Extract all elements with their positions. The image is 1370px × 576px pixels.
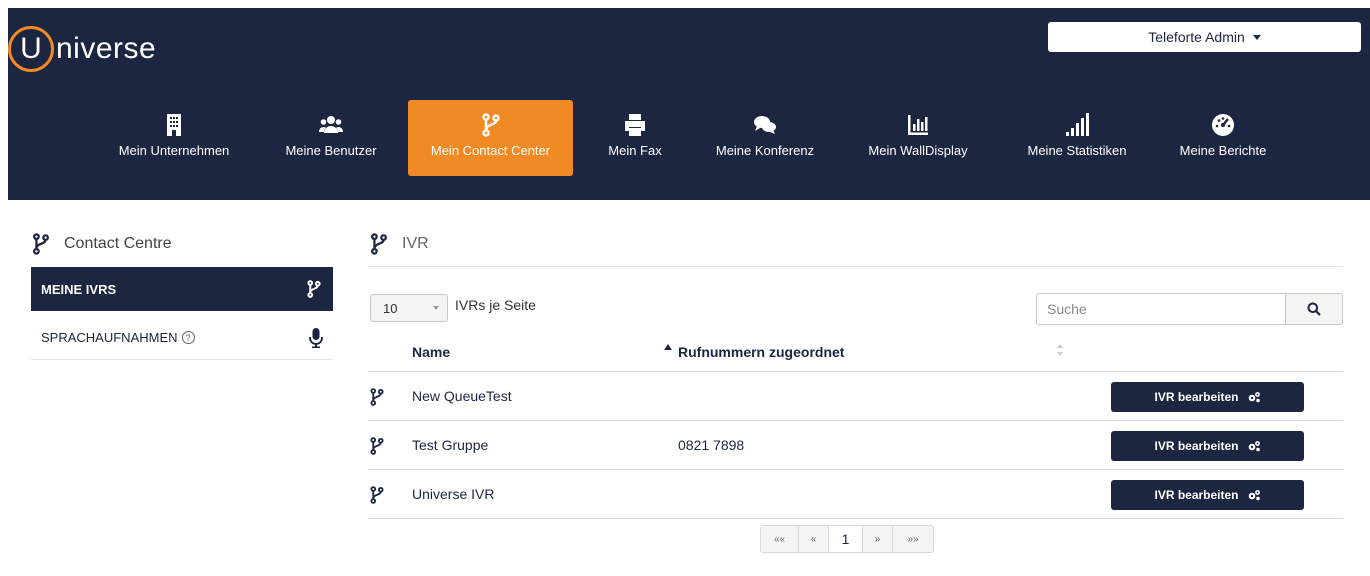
sidebar-title-text: Contact Centre bbox=[64, 235, 172, 252]
edit-ivr-button[interactable]: IVR bearbeiten bbox=[1111, 480, 1304, 510]
branch-icon bbox=[370, 388, 384, 406]
pagination-prev[interactable]: « bbox=[799, 526, 829, 552]
pagination-page[interactable]: 1 bbox=[829, 526, 863, 552]
printer-icon bbox=[625, 113, 645, 136]
sidebar-item-sprachaufnahmen[interactable]: SPRACHAUFNAHMEN ? bbox=[31, 316, 333, 360]
nav-label: Meine Benutzer bbox=[285, 142, 377, 158]
user-menu-label: Teleforte Admin bbox=[1148, 29, 1245, 45]
main-title: IVR bbox=[368, 232, 429, 256]
table-row: Test Gruppe 0821 7898 IVR bearbeiten bbox=[368, 421, 1343, 470]
top-header: U niverse Teleforte Admin Mein Unternehm… bbox=[8, 8, 1370, 200]
table-row: New QueueTest IVR bearbeiten bbox=[368, 372, 1343, 421]
microphone-icon bbox=[309, 327, 323, 348]
page-size-value: 10 bbox=[383, 300, 398, 316]
bar-chart-icon bbox=[908, 114, 928, 135]
nav-label: Meine Statistiken bbox=[1027, 142, 1127, 158]
sidebar-item-label: SPRACHAUFNAHMEN bbox=[41, 330, 178, 345]
pagination-last[interactable]: »» bbox=[893, 526, 933, 552]
search-button[interactable] bbox=[1285, 293, 1343, 325]
branch-icon bbox=[33, 233, 49, 255]
row-numbers: 0821 7898 bbox=[678, 437, 745, 453]
edit-ivr-label: IVR bearbeiten bbox=[1154, 390, 1239, 404]
nav-meine-statistiken[interactable]: Meine Statistiken bbox=[1006, 100, 1148, 176]
branch-icon bbox=[307, 280, 321, 298]
nav-label: Mein Contact Center bbox=[430, 142, 551, 158]
sort-asc-icon[interactable] bbox=[664, 344, 672, 350]
cogs-icon bbox=[1248, 490, 1260, 501]
column-header-name[interactable]: Name bbox=[412, 344, 450, 360]
caret-down-icon bbox=[1252, 34, 1261, 40]
nav-mein-unternehmen[interactable]: Mein Unternehmen bbox=[94, 100, 254, 176]
nav-mein-fax[interactable]: Mein Fax bbox=[590, 100, 680, 176]
user-menu-dropdown[interactable]: Teleforte Admin bbox=[1048, 22, 1361, 52]
building-icon bbox=[167, 113, 181, 136]
logo-text: niverse bbox=[56, 32, 157, 65]
cogs-icon bbox=[1248, 392, 1260, 403]
universe-logo[interactable]: U niverse bbox=[8, 26, 156, 72]
sidebar-item-label-wrap: SPRACHAUFNAHMEN ? bbox=[41, 330, 195, 345]
edit-ivr-button[interactable]: IVR bearbeiten bbox=[1111, 431, 1304, 461]
users-icon bbox=[319, 115, 343, 133]
sidebar-item-meine-ivrs[interactable]: MEINE IVRS bbox=[31, 267, 333, 311]
pagination: «« « 1 » »» bbox=[760, 525, 934, 553]
sort-icon[interactable] bbox=[1056, 343, 1064, 357]
row-name: New QueueTest bbox=[412, 388, 512, 404]
branch-icon bbox=[481, 112, 500, 137]
table-row: Universe IVR IVR bearbeiten bbox=[368, 470, 1343, 519]
cogs-icon bbox=[1248, 441, 1260, 452]
nav-mein-contact-center[interactable]: Mein Contact Center bbox=[408, 100, 573, 176]
nav-label: Meine Berichte bbox=[1179, 142, 1267, 158]
dashboard-icon bbox=[1212, 113, 1234, 136]
branch-icon bbox=[370, 486, 384, 504]
chat-icon bbox=[754, 115, 776, 134]
edit-ivr-label: IVR bearbeiten bbox=[1154, 439, 1239, 453]
table-header: Name Rufnummern zugeordnet bbox=[368, 334, 1343, 372]
sidebar-title: Contact Centre bbox=[30, 232, 172, 256]
logo-mark: U bbox=[8, 26, 54, 72]
nav-label: Mein Unternehmen bbox=[118, 142, 230, 158]
main-nav: Mein Unternehmen Meine Benutzer Mein Con… bbox=[8, 100, 1370, 176]
chevron-down-icon bbox=[433, 306, 439, 310]
sidebar-item-label: MEINE IVRS bbox=[41, 281, 117, 297]
branch-icon bbox=[370, 437, 384, 455]
nav-mein-walldisplay[interactable]: Mein WallDisplay bbox=[848, 100, 988, 176]
edit-ivr-label: IVR bearbeiten bbox=[1154, 488, 1239, 502]
branch-icon bbox=[371, 233, 387, 255]
row-name: Universe IVR bbox=[412, 486, 495, 502]
help-circle-icon[interactable]: ? bbox=[181, 331, 195, 344]
page-size-select[interactable]: 10 bbox=[370, 294, 448, 322]
nav-label: Meine Konferenz bbox=[715, 142, 815, 158]
pagination-next[interactable]: » bbox=[863, 526, 893, 552]
divider bbox=[368, 266, 1343, 267]
nav-meine-berichte[interactable]: Meine Berichte bbox=[1158, 100, 1288, 176]
nav-meine-benutzer[interactable]: Meine Benutzer bbox=[266, 100, 396, 176]
nav-label: Mein Fax bbox=[608, 142, 662, 158]
pagination-first[interactable]: «« bbox=[761, 526, 799, 552]
nav-meine-konferenz[interactable]: Meine Konferenz bbox=[700, 100, 830, 176]
search-icon bbox=[1307, 302, 1321, 316]
page-size-label: IVRs je Seite bbox=[455, 297, 536, 313]
search-box bbox=[1036, 293, 1343, 325]
app-root: U niverse Teleforte Admin Mein Unternehm… bbox=[0, 0, 1370, 576]
column-header-numbers[interactable]: Rufnummern zugeordnet bbox=[678, 344, 844, 360]
row-name: Test Gruppe bbox=[412, 437, 489, 453]
nav-label: Mein WallDisplay bbox=[868, 142, 968, 158]
search-input[interactable] bbox=[1036, 293, 1285, 325]
main-title-text: IVR bbox=[402, 235, 429, 252]
signal-icon bbox=[1066, 112, 1089, 136]
edit-ivr-button[interactable]: IVR bearbeiten bbox=[1111, 382, 1304, 412]
